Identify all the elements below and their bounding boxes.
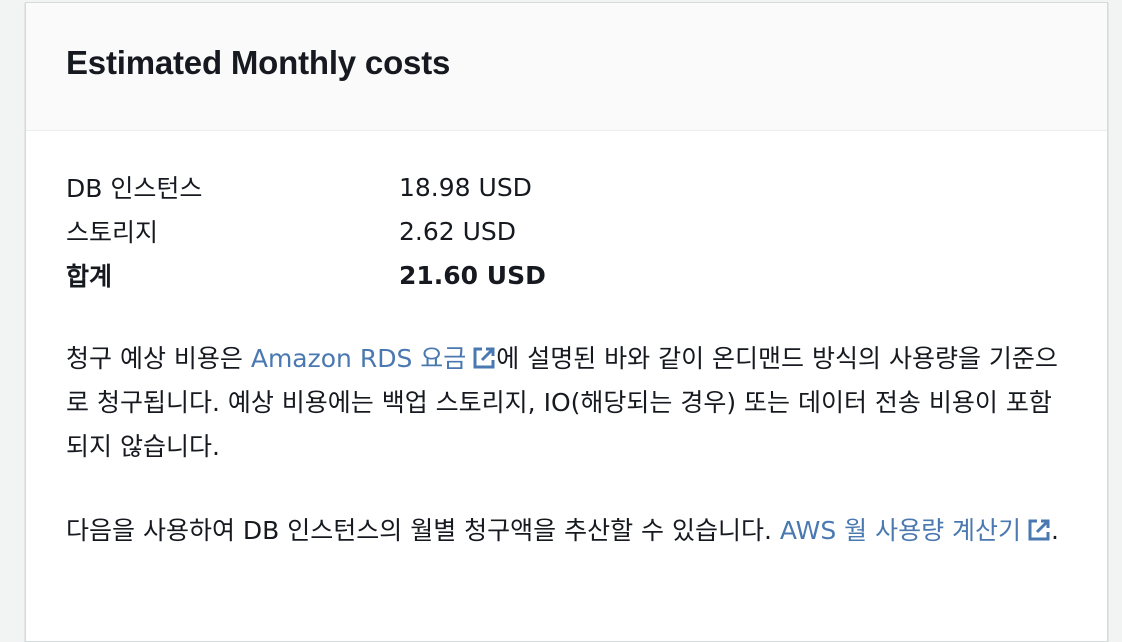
panel-title: Estimated Monthly costs	[66, 43, 451, 81]
cost-label: DB 인스턴스	[66, 174, 203, 203]
total-label: 합계	[66, 262, 113, 291]
cost-row-storage: 스토리지 2.62 USD	[66, 209, 546, 253]
cost-label: 스토리지	[66, 218, 159, 247]
cost-row-total: 합계 21.60 USD	[66, 253, 546, 297]
cost-value: 2.62 USD	[399, 216, 517, 246]
calculator-description: 다음을 사용하여 DB 인스턴스의 월별 청구액을 추산할 수 있습니다. AW…	[66, 509, 1066, 553]
panel-body: DB 인스턴스 18.98 USD 스토리지 2.62 USD 합계 21.60…	[26, 131, 1107, 553]
cost-table: DB 인스턴스 18.98 USD 스토리지 2.62 USD 합계 21.60…	[66, 165, 546, 297]
cost-row-db-instance: DB 인스턴스 18.98 USD	[66, 165, 546, 209]
pricing-description: 청구 예상 비용은 Amazon RDS 요금 에 설명된 바와 같이 온디맨드 …	[66, 337, 1066, 469]
estimated-costs-panel: Estimated Monthly costs DB 인스턴스 18.98 US…	[25, 2, 1108, 642]
aws-calculator-link-label: AWS 월 사용량 계산기	[779, 516, 1022, 545]
cost-value: 18.98 USD	[399, 172, 532, 202]
rds-pricing-link-label: Amazon RDS 요금	[250, 344, 467, 373]
calculator-text-before: 다음을 사용하여 DB 인스턴스의 월별 청구액을 추산할 수 있습니다.	[66, 516, 780, 545]
rds-pricing-link[interactable]: Amazon RDS 요금	[251, 344, 496, 373]
calculator-text-after: .	[1051, 516, 1059, 545]
aws-calculator-link[interactable]: AWS 월 사용량 계산기	[780, 516, 1051, 545]
panel-header: Estimated Monthly costs	[26, 3, 1107, 131]
external-link-icon	[472, 346, 496, 370]
external-link-icon	[1027, 518, 1051, 542]
total-value: 21.60 USD	[399, 260, 546, 290]
pricing-text-before: 청구 예상 비용은	[66, 344, 251, 373]
